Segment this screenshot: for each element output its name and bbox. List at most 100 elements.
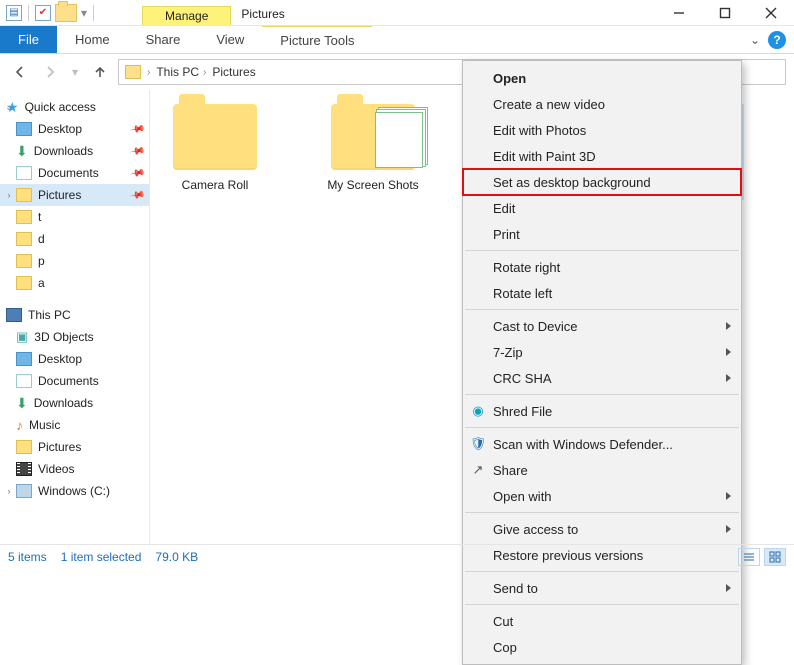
sidebar-item-label: a (38, 276, 45, 290)
window-title: Pictures (231, 3, 294, 25)
sidebar-item-d[interactable]: d (0, 228, 149, 250)
navigation-pane: ⌄ ★ Quick access Desktop📌⬇Downloads📌Docu… (0, 90, 150, 544)
pin-icon: 📌 (129, 121, 146, 137)
sidebar-item-t[interactable]: t (0, 206, 149, 228)
menu-separator (465, 427, 739, 428)
menu-item-label: Scan with Windows Defender... (493, 437, 673, 452)
menu-item-crc-sha[interactable]: CRC SHA (463, 365, 741, 391)
nav-up-button[interactable] (88, 60, 112, 84)
menu-item-edit-with-photos[interactable]: Edit with Photos (463, 117, 741, 143)
document-icon (16, 166, 32, 180)
drive-icon (16, 484, 32, 498)
sidebar-item-documents[interactable]: Documents (0, 370, 149, 392)
menu-item-edit-with-paint-3d[interactable]: Edit with Paint 3D (463, 143, 741, 169)
menu-item-create-a-new-video[interactable]: Create a new video (463, 91, 741, 117)
menu-item-label: Edit with Photos (493, 123, 586, 138)
context-menu: Open Create a new video Edit with Photos Ed… (462, 60, 742, 665)
tab-picture-tools[interactable]: Picture Tools (262, 26, 372, 53)
sidebar-item-videos[interactable]: Videos (0, 458, 149, 480)
menu-item-cast-to-device[interactable]: Cast to Device (463, 313, 741, 339)
menu-item-rotate-left[interactable]: Rotate left (463, 280, 741, 306)
menu-item-shred-file[interactable]: ◉Shred File (463, 398, 741, 424)
sidebar-item-downloads[interactable]: ⬇Downloads📌 (0, 140, 149, 162)
def-icon: 🛡 (469, 436, 487, 452)
qat-overflow[interactable]: ▾ (81, 6, 87, 20)
menu-item-7-zip[interactable]: 7-Zip (463, 339, 741, 365)
folder-icon (173, 104, 257, 170)
contextual-tab-manage[interactable]: Manage (142, 6, 231, 25)
file-item[interactable]: Camera Roll (160, 104, 270, 200)
sidebar-item-label: Documents (38, 374, 99, 388)
menu-item-set-as-desktop-background[interactable]: Set as desktop background (463, 169, 741, 195)
share-icon: ↗ (469, 462, 487, 478)
nav-forward-button[interactable] (38, 60, 62, 84)
menu-item-cut[interactable]: Cut (463, 608, 741, 634)
sidebar-item-label: Downloads (34, 396, 93, 410)
help-icon[interactable]: ? (768, 31, 786, 49)
menu-item-copy[interactable]: Cop (463, 634, 741, 660)
menu-item-label: Give access to (493, 522, 578, 537)
file-item[interactable]: My Screen Shots (318, 104, 428, 200)
sidebar-item-label: Desktop (38, 122, 82, 136)
menu-item-open-with[interactable]: Open with (463, 483, 741, 509)
sidebar-item-downloads[interactable]: ⬇Downloads (0, 392, 149, 414)
video-icon (16, 462, 32, 476)
sidebar-item-windows-c-[interactable]: ›Windows (C:) (0, 480, 149, 502)
sidebar-item-documents[interactable]: Documents📌 (0, 162, 149, 184)
menu-item-rotate-right[interactable]: Rotate right (463, 254, 741, 280)
menu-item-print[interactable]: Print (463, 221, 741, 247)
menu-item-edit[interactable]: Edit (463, 195, 741, 221)
qat-button-1[interactable]: ▤ (6, 5, 22, 21)
sidebar-item-label: Videos (38, 462, 74, 476)
nav-recent-button[interactable]: ▾ (68, 60, 82, 84)
menu-item-label: Edit with Paint 3D (493, 149, 596, 164)
sidebar-item-music[interactable]: ♪Music (0, 414, 149, 436)
sidebar-item-label: p (38, 254, 45, 268)
qat-button-2[interactable]: ✔ (35, 5, 51, 21)
sidebar-item-pictures[interactable]: Pictures (0, 436, 149, 458)
menu-separator (465, 512, 739, 513)
sidebar-item-desktop[interactable]: Desktop 📌 (0, 118, 149, 140)
menu-item-give-access-to[interactable]: Give access to (463, 516, 741, 542)
sidebar-item-p[interactable]: p (0, 250, 149, 272)
view-details-button[interactable] (738, 548, 760, 566)
download-icon: ⬇ (16, 143, 28, 160)
sidebar-item-3d-objects[interactable]: ▣3D Objects (0, 326, 149, 348)
sidebar-item-desktop[interactable]: Desktop (0, 348, 149, 370)
breadcrumb-this-pc[interactable]: This PC (156, 65, 199, 79)
sidebar-this-pc[interactable]: ⌄ This PC (0, 304, 149, 326)
status-bar: 5 items 1 item selected 79.0 KB (0, 544, 794, 568)
sidebar-item-a[interactable]: a (0, 272, 149, 294)
nav-back-button[interactable] (8, 60, 32, 84)
status-item-count: 5 items (8, 550, 47, 564)
tab-share[interactable]: Share (128, 26, 199, 53)
title-bar: ▤ ✔ ▾ Manage Pictures (0, 0, 794, 26)
menu-item-label: Cop (493, 640, 517, 655)
folder-icon (125, 65, 141, 79)
tab-view[interactable]: View (198, 26, 262, 53)
breadcrumb-pictures[interactable]: Pictures (212, 65, 255, 79)
maximize-button[interactable] (702, 0, 748, 25)
menu-item-open[interactable]: Open (463, 65, 741, 91)
file-tab[interactable]: File (0, 26, 57, 53)
folder-icon (16, 188, 32, 202)
menu-item-send-to[interactable]: Send to (463, 575, 741, 601)
sidebar-quick-access[interactable]: ⌄ ★ Quick access (0, 96, 149, 118)
close-button[interactable] (748, 0, 794, 25)
view-thumbnails-button[interactable] (764, 548, 786, 566)
sidebar-item-pictures[interactable]: Pictures📌› (0, 184, 149, 206)
folder-icon (16, 276, 32, 290)
menu-item-share[interactable]: ↗Share (463, 457, 741, 483)
menu-item-label: Create a new video (493, 97, 605, 112)
menu-item-label: Send to (493, 581, 538, 596)
sidebar-item-label: Windows (C:) (38, 484, 110, 498)
menu-item-label: CRC SHA (493, 371, 552, 386)
tab-home[interactable]: Home (57, 26, 128, 53)
pin-icon: 📌 (129, 165, 146, 181)
folder-icon (16, 440, 32, 454)
file-label: My Screen Shots (318, 178, 428, 192)
qat-folder-icon[interactable] (55, 4, 77, 22)
ribbon-collapse-icon[interactable]: ⌄ (750, 33, 760, 47)
menu-item-scan-with-windows-defender[interactable]: 🛡 Scan with Windows Defender... (463, 431, 741, 457)
minimize-button[interactable] (656, 0, 702, 25)
